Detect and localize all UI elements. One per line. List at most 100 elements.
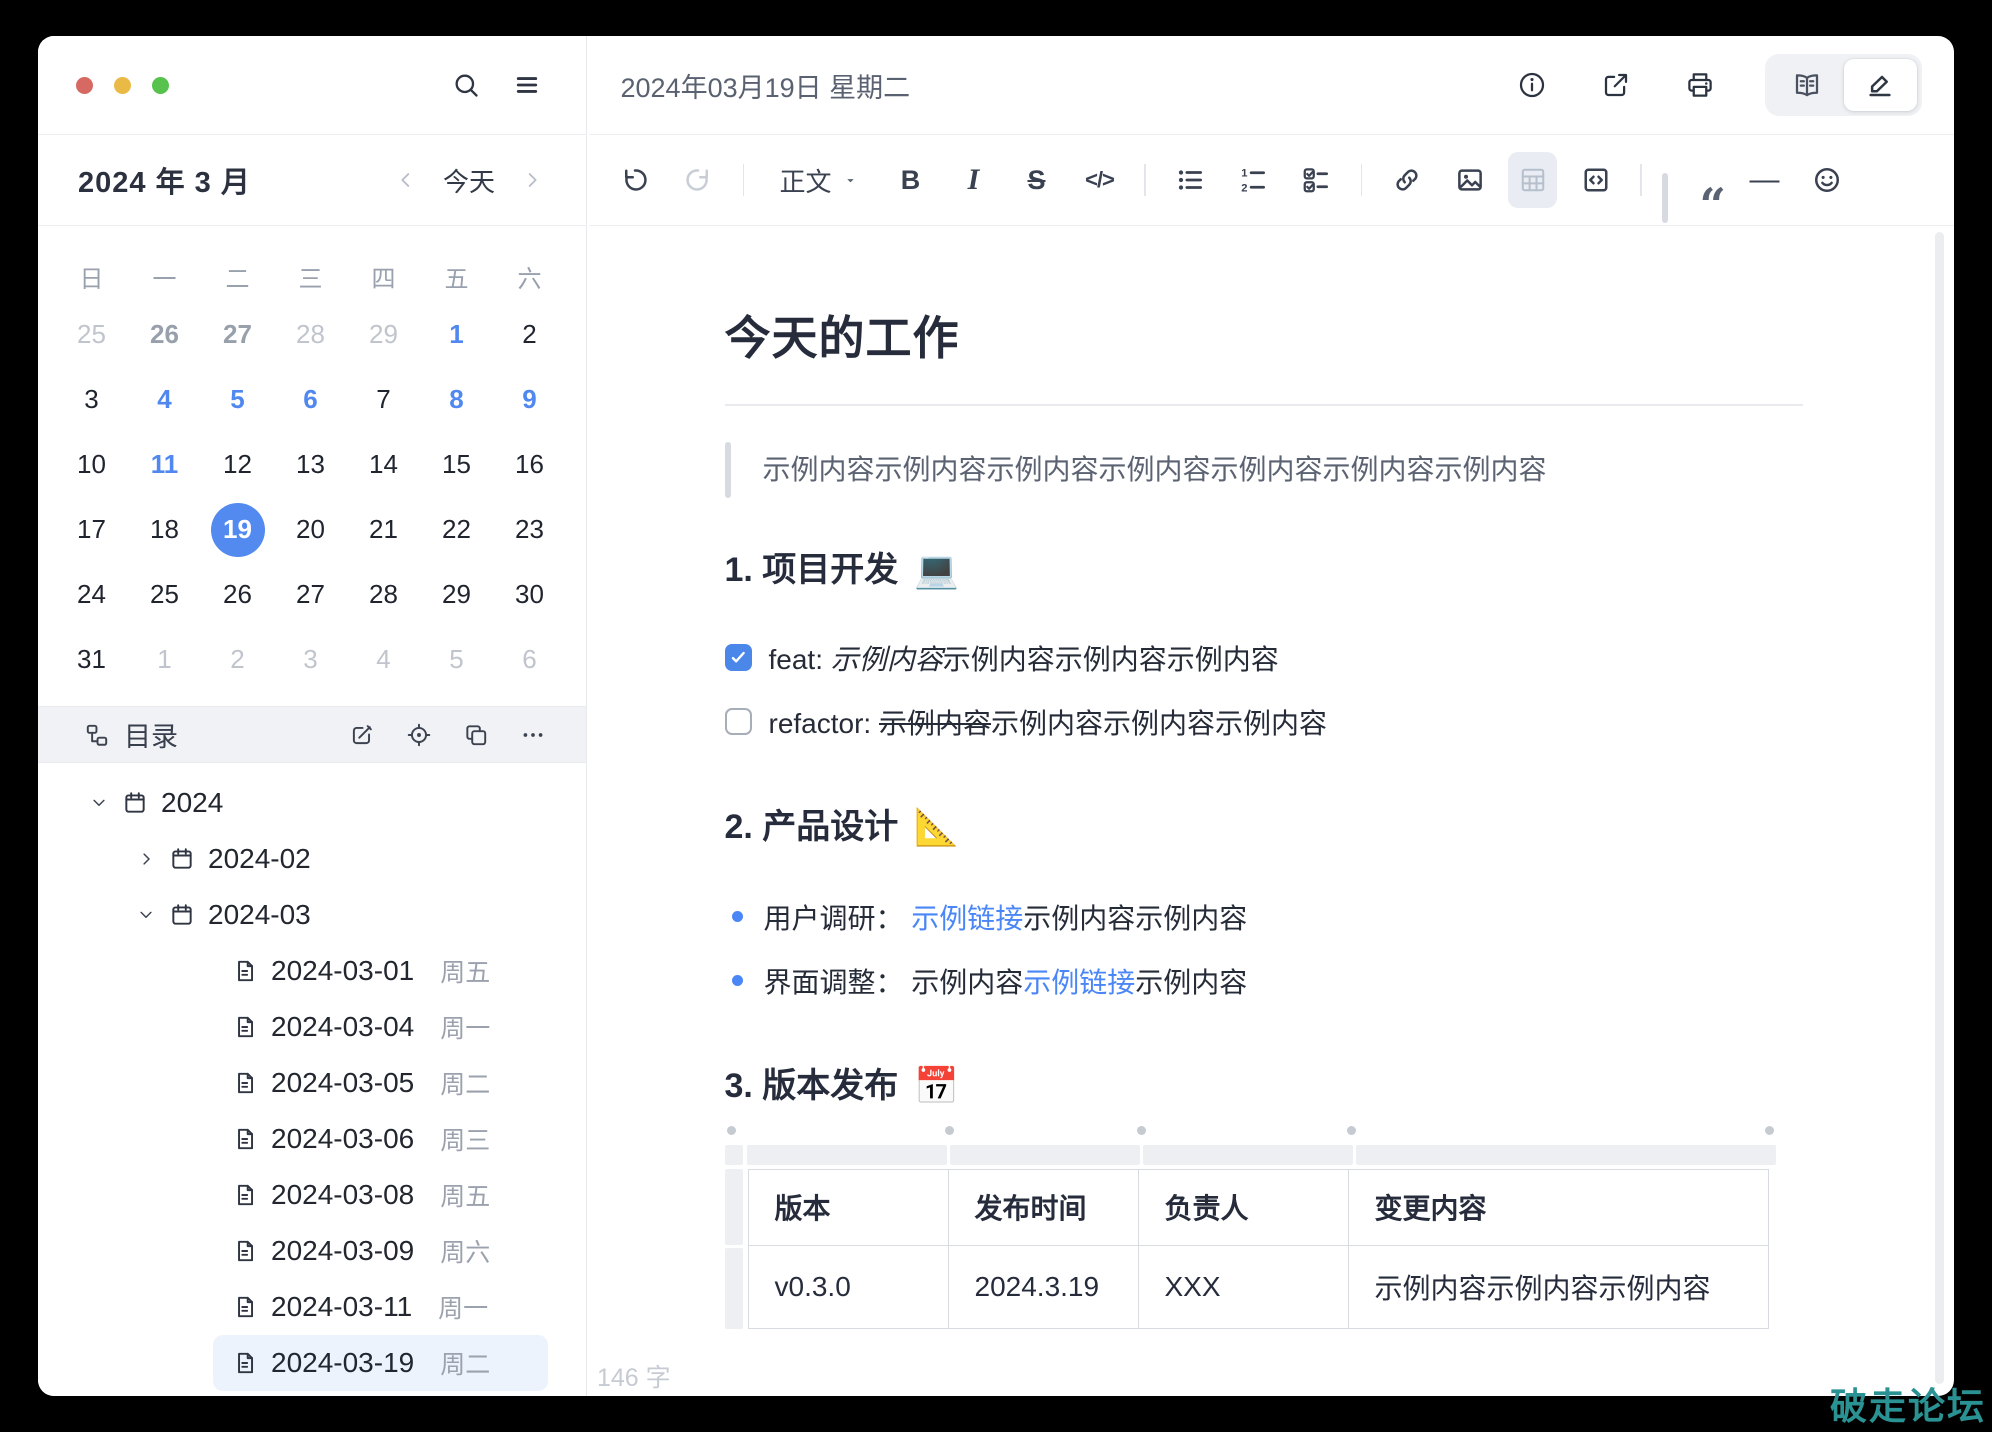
bullet-list-button[interactable] xyxy=(1166,152,1215,208)
table-column-handles[interactable] xyxy=(725,1126,1785,1135)
table-cell[interactable]: XXX xyxy=(1138,1245,1348,1328)
calendar-day[interactable]: 27 xyxy=(201,302,274,367)
calendar-day[interactable]: 25 xyxy=(55,302,128,367)
tree-file-2024-03-09[interactable]: 2024-03-09周六 xyxy=(213,1223,548,1279)
calendar-day[interactable]: 26 xyxy=(128,302,201,367)
calendar-day[interactable]: 14 xyxy=(347,432,420,497)
checkbox-unchecked[interactable] xyxy=(725,708,752,735)
calendar-day[interactable]: 24 xyxy=(55,562,128,627)
text-style-button[interactable]: 正文 xyxy=(764,152,872,208)
calendar-day[interactable]: 27 xyxy=(274,562,347,627)
search-icon[interactable] xyxy=(452,71,480,99)
calendar-day[interactable]: 30 xyxy=(493,562,566,627)
calendar-day[interactable]: 16 xyxy=(493,432,566,497)
horizontal-rule-button[interactable]: — xyxy=(1740,152,1789,208)
calendar-day[interactable]: 13 xyxy=(274,432,347,497)
tree-file-2024-03-06[interactable]: 2024-03-06周三 xyxy=(213,1111,548,1167)
chevron-right-icon[interactable] xyxy=(137,850,155,868)
share-icon[interactable] xyxy=(1601,70,1631,100)
calendar-day[interactable]: 4 xyxy=(347,627,420,692)
table-button[interactable] xyxy=(1508,152,1557,208)
calendar-day[interactable]: 28 xyxy=(274,302,347,367)
tree-folder-2024[interactable]: 2024 xyxy=(38,775,586,831)
undo-button[interactable] xyxy=(611,152,660,208)
emoji-button[interactable] xyxy=(1803,152,1852,208)
info-icon[interactable] xyxy=(1517,70,1547,100)
calendar-day[interactable]: 20 xyxy=(274,497,347,562)
calendar-day[interactable]: 7 xyxy=(347,367,420,432)
calendar-day[interactable]: 29 xyxy=(420,562,493,627)
code-block-button[interactable] xyxy=(1571,152,1620,208)
calendar-day[interactable]: 6 xyxy=(274,367,347,432)
chevron-down-icon[interactable] xyxy=(137,906,155,924)
inline-link[interactable]: 示例链接 xyxy=(911,903,1023,934)
bold-button[interactable]: B xyxy=(886,152,935,208)
next-month-icon[interactable] xyxy=(521,169,543,191)
task-list-button[interactable] xyxy=(1292,152,1341,208)
scrollbar[interactable] xyxy=(1935,232,1944,1384)
calendar-day[interactable]: 19 xyxy=(201,497,274,562)
close-window-button[interactable] xyxy=(76,77,93,94)
calendar-day[interactable]: 23 xyxy=(493,497,566,562)
menu-icon[interactable] xyxy=(513,71,541,99)
mode-read-button[interactable] xyxy=(1770,59,1844,111)
prev-month-icon[interactable] xyxy=(395,169,417,191)
locate-icon[interactable] xyxy=(406,722,432,748)
table-row-selectors[interactable] xyxy=(725,1169,743,1329)
calendar-day[interactable]: 28 xyxy=(347,562,420,627)
image-button[interactable] xyxy=(1445,152,1494,208)
blockquote-button[interactable]: “ xyxy=(1662,152,1726,208)
calendar-day[interactable]: 8 xyxy=(420,367,493,432)
calendar-day[interactable]: 4 xyxy=(128,367,201,432)
calendar-day[interactable]: 12 xyxy=(201,432,274,497)
calendar-day[interactable]: 31 xyxy=(55,627,128,692)
calendar-day[interactable]: 25 xyxy=(128,562,201,627)
table-cell[interactable]: v0.3.0 xyxy=(748,1245,948,1328)
calendar-day[interactable]: 22 xyxy=(420,497,493,562)
inline-code-button[interactable]: </> xyxy=(1075,152,1124,208)
tree-file-2024-03-01[interactable]: 2024-03-01周五 xyxy=(213,943,548,999)
calendar-day[interactable]: 3 xyxy=(274,627,347,692)
checkbox-checked[interactable] xyxy=(725,644,752,671)
ordered-list-button[interactable]: 12 xyxy=(1229,152,1278,208)
calendar-day[interactable]: 2 xyxy=(493,302,566,367)
strikethrough-button[interactable]: S xyxy=(1012,152,1061,208)
calendar-day[interactable]: 6 xyxy=(493,627,566,692)
tree-file-2024-03-08[interactable]: 2024-03-08周五 xyxy=(213,1167,548,1223)
calendar-day[interactable]: 15 xyxy=(420,432,493,497)
calendar-day[interactable]: 5 xyxy=(420,627,493,692)
calendar-day[interactable]: 10 xyxy=(55,432,128,497)
calendar-day[interactable]: 1 xyxy=(420,302,493,367)
inline-link[interactable]: 示例链接 xyxy=(1023,967,1135,998)
today-button[interactable]: 今天 xyxy=(443,162,495,199)
zoom-window-button[interactable] xyxy=(152,77,169,94)
mode-edit-button[interactable] xyxy=(1844,59,1918,111)
tree-folder-2024-03[interactable]: 2024-03 xyxy=(38,887,586,943)
calendar-day[interactable]: 3 xyxy=(55,367,128,432)
more-icon[interactable] xyxy=(520,722,546,748)
calendar-day[interactable]: 17 xyxy=(55,497,128,562)
minimize-window-button[interactable] xyxy=(114,77,131,94)
calendar-day[interactable]: 2 xyxy=(201,627,274,692)
link-button[interactable] xyxy=(1382,152,1431,208)
italic-button[interactable]: I xyxy=(949,152,998,208)
tree-file-2024-03-11[interactable]: 2024-03-11周一 xyxy=(213,1279,548,1335)
calendar-day[interactable]: 11 xyxy=(128,432,201,497)
calendar-day[interactable]: 29 xyxy=(347,302,420,367)
compose-icon[interactable] xyxy=(349,722,375,748)
table-cell[interactable]: 示例内容示例内容示例内容 xyxy=(1348,1245,1768,1328)
calendar-day[interactable]: 1 xyxy=(128,627,201,692)
copy-icon[interactable] xyxy=(463,722,489,748)
tree-file-2024-03-19[interactable]: 2024-03-19周二 xyxy=(213,1335,548,1391)
table-column-selectors[interactable] xyxy=(725,1145,1785,1165)
tree-file-2024-03-04[interactable]: 2024-03-04周一 xyxy=(213,999,548,1055)
tree-folder-2024-02[interactable]: 2024-02 xyxy=(38,831,586,887)
calendar-day[interactable]: 9 xyxy=(493,367,566,432)
tree-file-2024-03-05[interactable]: 2024-03-05周二 xyxy=(213,1055,548,1111)
chevron-down-icon[interactable] xyxy=(90,794,108,812)
print-icon[interactable] xyxy=(1685,70,1715,100)
calendar-day[interactable]: 5 xyxy=(201,367,274,432)
calendar-day[interactable]: 21 xyxy=(347,497,420,562)
calendar-day[interactable]: 26 xyxy=(201,562,274,627)
calendar-day[interactable]: 18 xyxy=(128,497,201,562)
